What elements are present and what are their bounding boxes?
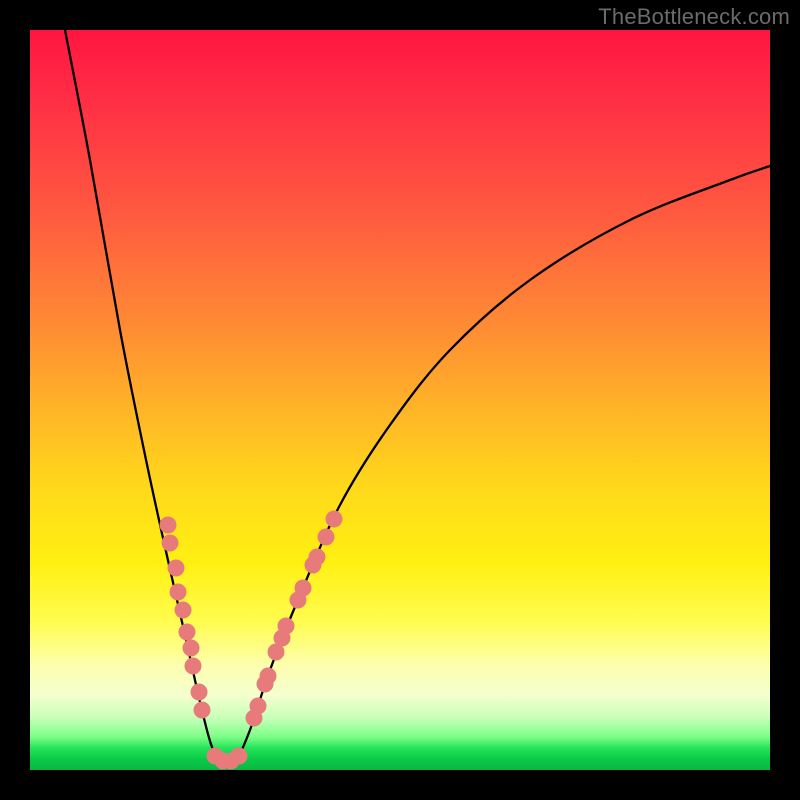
marker-dot xyxy=(194,702,211,719)
v-curve-svg xyxy=(30,30,770,770)
marker-cluster-left xyxy=(160,517,211,719)
marker-dot xyxy=(162,535,179,552)
marker-dot xyxy=(278,618,295,635)
marker-dot xyxy=(231,748,248,765)
marker-dot xyxy=(160,517,177,534)
marker-dot xyxy=(309,549,326,566)
v-curve-path xyxy=(65,30,770,765)
marker-dot xyxy=(295,580,312,597)
marker-dot xyxy=(185,658,202,675)
marker-cluster-right xyxy=(246,511,343,727)
marker-dot xyxy=(191,684,208,701)
marker-dot xyxy=(183,640,200,657)
marker-dot xyxy=(326,511,343,528)
marker-dot xyxy=(250,698,267,715)
marker-dot xyxy=(168,560,185,577)
marker-dot xyxy=(318,529,335,546)
plot-area xyxy=(30,30,770,770)
marker-cluster-bottom xyxy=(207,748,248,770)
marker-dot xyxy=(179,624,196,641)
chart-frame: TheBottleneck.com xyxy=(0,0,800,800)
marker-dot xyxy=(260,668,277,685)
marker-dot xyxy=(175,602,192,619)
marker-dot xyxy=(170,584,187,601)
watermark-text: TheBottleneck.com xyxy=(598,4,790,30)
